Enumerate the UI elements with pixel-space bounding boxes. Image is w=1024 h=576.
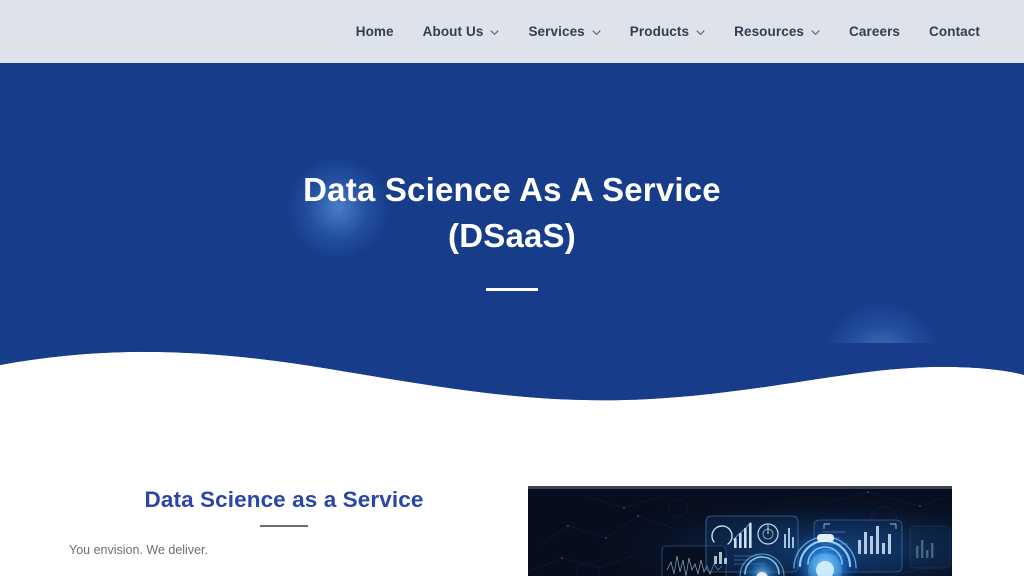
nav-item-contact[interactable]: Contact: [929, 24, 980, 39]
nav-item-label: About Us: [422, 24, 484, 39]
main-navigation: Home About Us Services Products Resource…: [356, 24, 980, 39]
hero-title: Data Science As A Service (DSaaS): [0, 167, 1024, 259]
nav-item-services[interactable]: Services: [528, 24, 601, 39]
chevron-down-icon: [811, 28, 820, 37]
nav-item-label: Careers: [849, 24, 901, 39]
chevron-down-icon: [696, 28, 705, 37]
nav-item-careers[interactable]: Careers: [849, 24, 900, 39]
nav-item-label: Products: [629, 24, 690, 39]
data-analytics-hud-illustration: [528, 486, 952, 576]
hero-banner: Data Science As A Service (DSaaS): [0, 63, 1024, 408]
intro-section: Data Science as a Service You envision. …: [0, 413, 1024, 576]
section-title: Data Science as a Service: [144, 487, 424, 512]
hero-content: Data Science As A Service (DSaaS): [0, 63, 1024, 291]
nav-item-products[interactable]: Products: [630, 24, 705, 39]
chevron-down-icon: [592, 28, 601, 37]
nav-item-resources[interactable]: Resources: [734, 24, 820, 39]
nav-item-label: Resources: [734, 24, 805, 39]
intro-text-column: Data Science as a Service You envision. …: [69, 487, 499, 560]
hero-title-line-1: Data Science As A Service: [303, 171, 721, 208]
page-root: Home About Us Services Products Resource…: [0, 0, 1024, 576]
site-header: Home About Us Services Products Resource…: [0, 0, 1024, 63]
nav-item-about-us[interactable]: About Us: [423, 24, 500, 39]
hero-divider: [486, 287, 538, 291]
nav-item-label: Contact: [929, 24, 980, 39]
hero-glow-decoration: [549, 340, 661, 408]
hero-glow-decoration: [824, 303, 940, 408]
nav-item-label: Home: [355, 24, 394, 39]
section-divider: [260, 525, 308, 527]
nav-item-label: Services: [528, 24, 585, 39]
image-top-border: [528, 486, 952, 489]
nav-item-home[interactable]: Home: [356, 24, 394, 39]
section-body-text: You envision. We deliver.: [69, 543, 208, 557]
hero-title-line-2: (DSaaS): [448, 216, 576, 254]
intro-image: [528, 486, 952, 576]
chevron-down-icon: [490, 28, 499, 37]
